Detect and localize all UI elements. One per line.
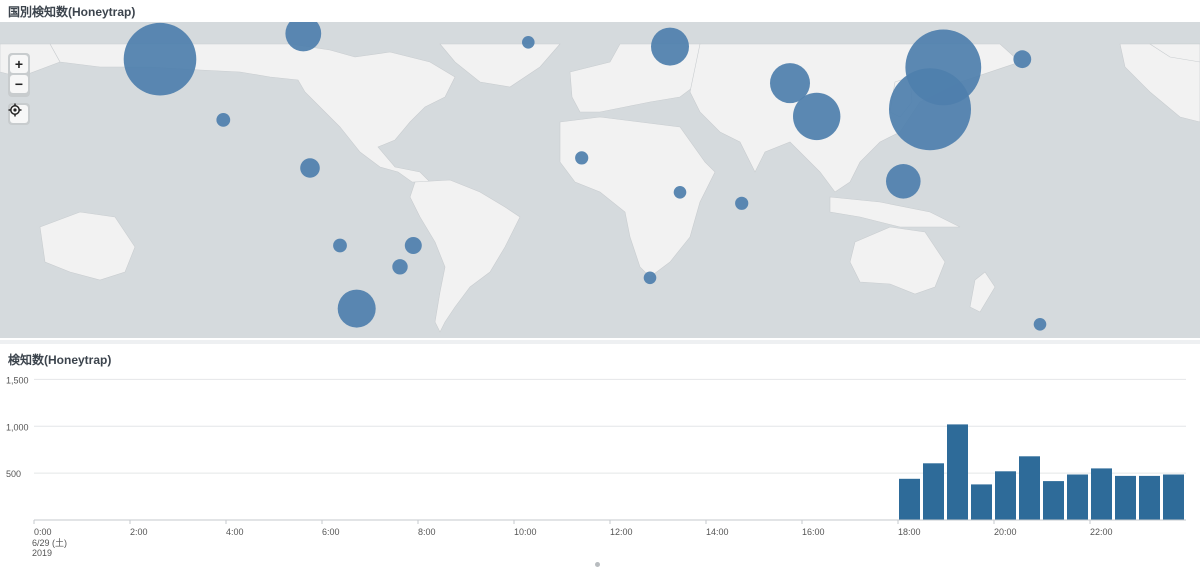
bar[interactable] xyxy=(971,484,992,520)
map-bubble-usa-west[interactable] xyxy=(123,22,197,96)
land-south-america xyxy=(409,179,521,333)
y-tick-label: 1,000 xyxy=(6,422,29,432)
map-bubble-brazil-south[interactable] xyxy=(392,259,408,275)
map-bubble-kenya[interactable] xyxy=(673,186,687,199)
zoom-out-button[interactable]: − xyxy=(10,75,28,93)
bar[interactable] xyxy=(1115,475,1136,520)
bar[interactable] xyxy=(899,478,920,521)
bar[interactable] xyxy=(923,463,944,520)
map-bubble-singapore[interactable] xyxy=(886,164,921,199)
x-tick-label: 20:00 xyxy=(994,527,1017,537)
world-map[interactable]: + − xyxy=(0,22,1200,338)
map-bubble-colombia[interactable] xyxy=(300,158,320,178)
chart-panel-title: 検知数(Honeytrap) xyxy=(8,353,112,367)
zoom-control: + − xyxy=(8,53,30,97)
world-map-canvas[interactable] xyxy=(0,22,1200,338)
locate-button[interactable] xyxy=(8,103,28,123)
bar[interactable] xyxy=(947,424,968,520)
map-bubble-nigeria[interactable] xyxy=(575,151,589,165)
bar[interactable] xyxy=(1091,468,1112,520)
bar-chart: 500 1,000 1,500 0:00 2:00 4:00 6:00 8:00 10:00 12… xyxy=(0,370,1200,569)
x-tick-label: 8:00 xyxy=(418,527,436,537)
x-tick-label: 14:00 xyxy=(706,527,729,537)
x-year-label: 2019 xyxy=(32,548,52,558)
map-bubble-mexico[interactable] xyxy=(216,113,231,127)
panel-divider xyxy=(0,340,1200,344)
land-greenland xyxy=(439,43,561,88)
map-bubble-bolivia[interactable] xyxy=(333,238,347,253)
x-tick-label: 0:00 xyxy=(34,527,52,537)
x-date-label: 6/29 (土) xyxy=(32,537,67,548)
map-bubble-portugal[interactable] xyxy=(522,36,535,49)
map-panel-title: 国別検知数(Honeytrap) xyxy=(8,5,136,19)
x-tick-label: 4:00 xyxy=(226,527,244,537)
x-tick-label: 22:00 xyxy=(1090,527,1113,537)
x-tick-label: 16:00 xyxy=(802,527,825,537)
y-tick-label: 500 xyxy=(6,469,21,479)
map-bubble-brazil-north[interactable] xyxy=(404,237,422,254)
land-australia xyxy=(849,226,946,295)
land-se-asia-islands xyxy=(829,196,961,228)
map-bubble-seychelles[interactable] xyxy=(735,196,749,210)
zoom-in-button[interactable]: + xyxy=(10,55,28,73)
y-tick-label: 1,500 xyxy=(6,375,29,385)
land-australia-west-duplicate xyxy=(39,211,136,281)
bar[interactable] xyxy=(1139,475,1160,520)
land-new-zealand xyxy=(969,271,996,313)
bar[interactable] xyxy=(995,471,1016,521)
x-tick-label: 2:00 xyxy=(130,527,148,537)
map-bubble-turkey[interactable] xyxy=(651,27,689,66)
bar[interactable] xyxy=(1067,474,1088,521)
x-tick-label: 6:00 xyxy=(322,527,340,537)
map-bubble-australia[interactable] xyxy=(1033,318,1047,331)
bar[interactable] xyxy=(1019,456,1040,521)
bar[interactable] xyxy=(1043,481,1064,520)
crosshair-icon xyxy=(8,103,22,117)
locate-control xyxy=(8,103,30,125)
map-bubble-china-east[interactable] xyxy=(905,29,982,106)
bar[interactable] xyxy=(1163,474,1184,521)
map-bubble-south-africa[interactable] xyxy=(643,271,657,285)
x-tick-label: 10:00 xyxy=(514,527,537,537)
scroll-indicator xyxy=(595,562,600,567)
x-tick-label: 12:00 xyxy=(610,527,633,537)
map-bubble-pakistan[interactable] xyxy=(770,63,810,104)
map-bubble-japan[interactable] xyxy=(1013,50,1032,69)
bar-chart-canvas: 500 1,000 1,500 0:00 2:00 4:00 6:00 8:00 10:00 12… xyxy=(6,375,1186,558)
x-tick-label: 18:00 xyxy=(898,527,921,537)
land-africa xyxy=(559,116,716,278)
map-bubble-argentina[interactable] xyxy=(337,289,376,328)
land-north-america xyxy=(49,43,456,183)
